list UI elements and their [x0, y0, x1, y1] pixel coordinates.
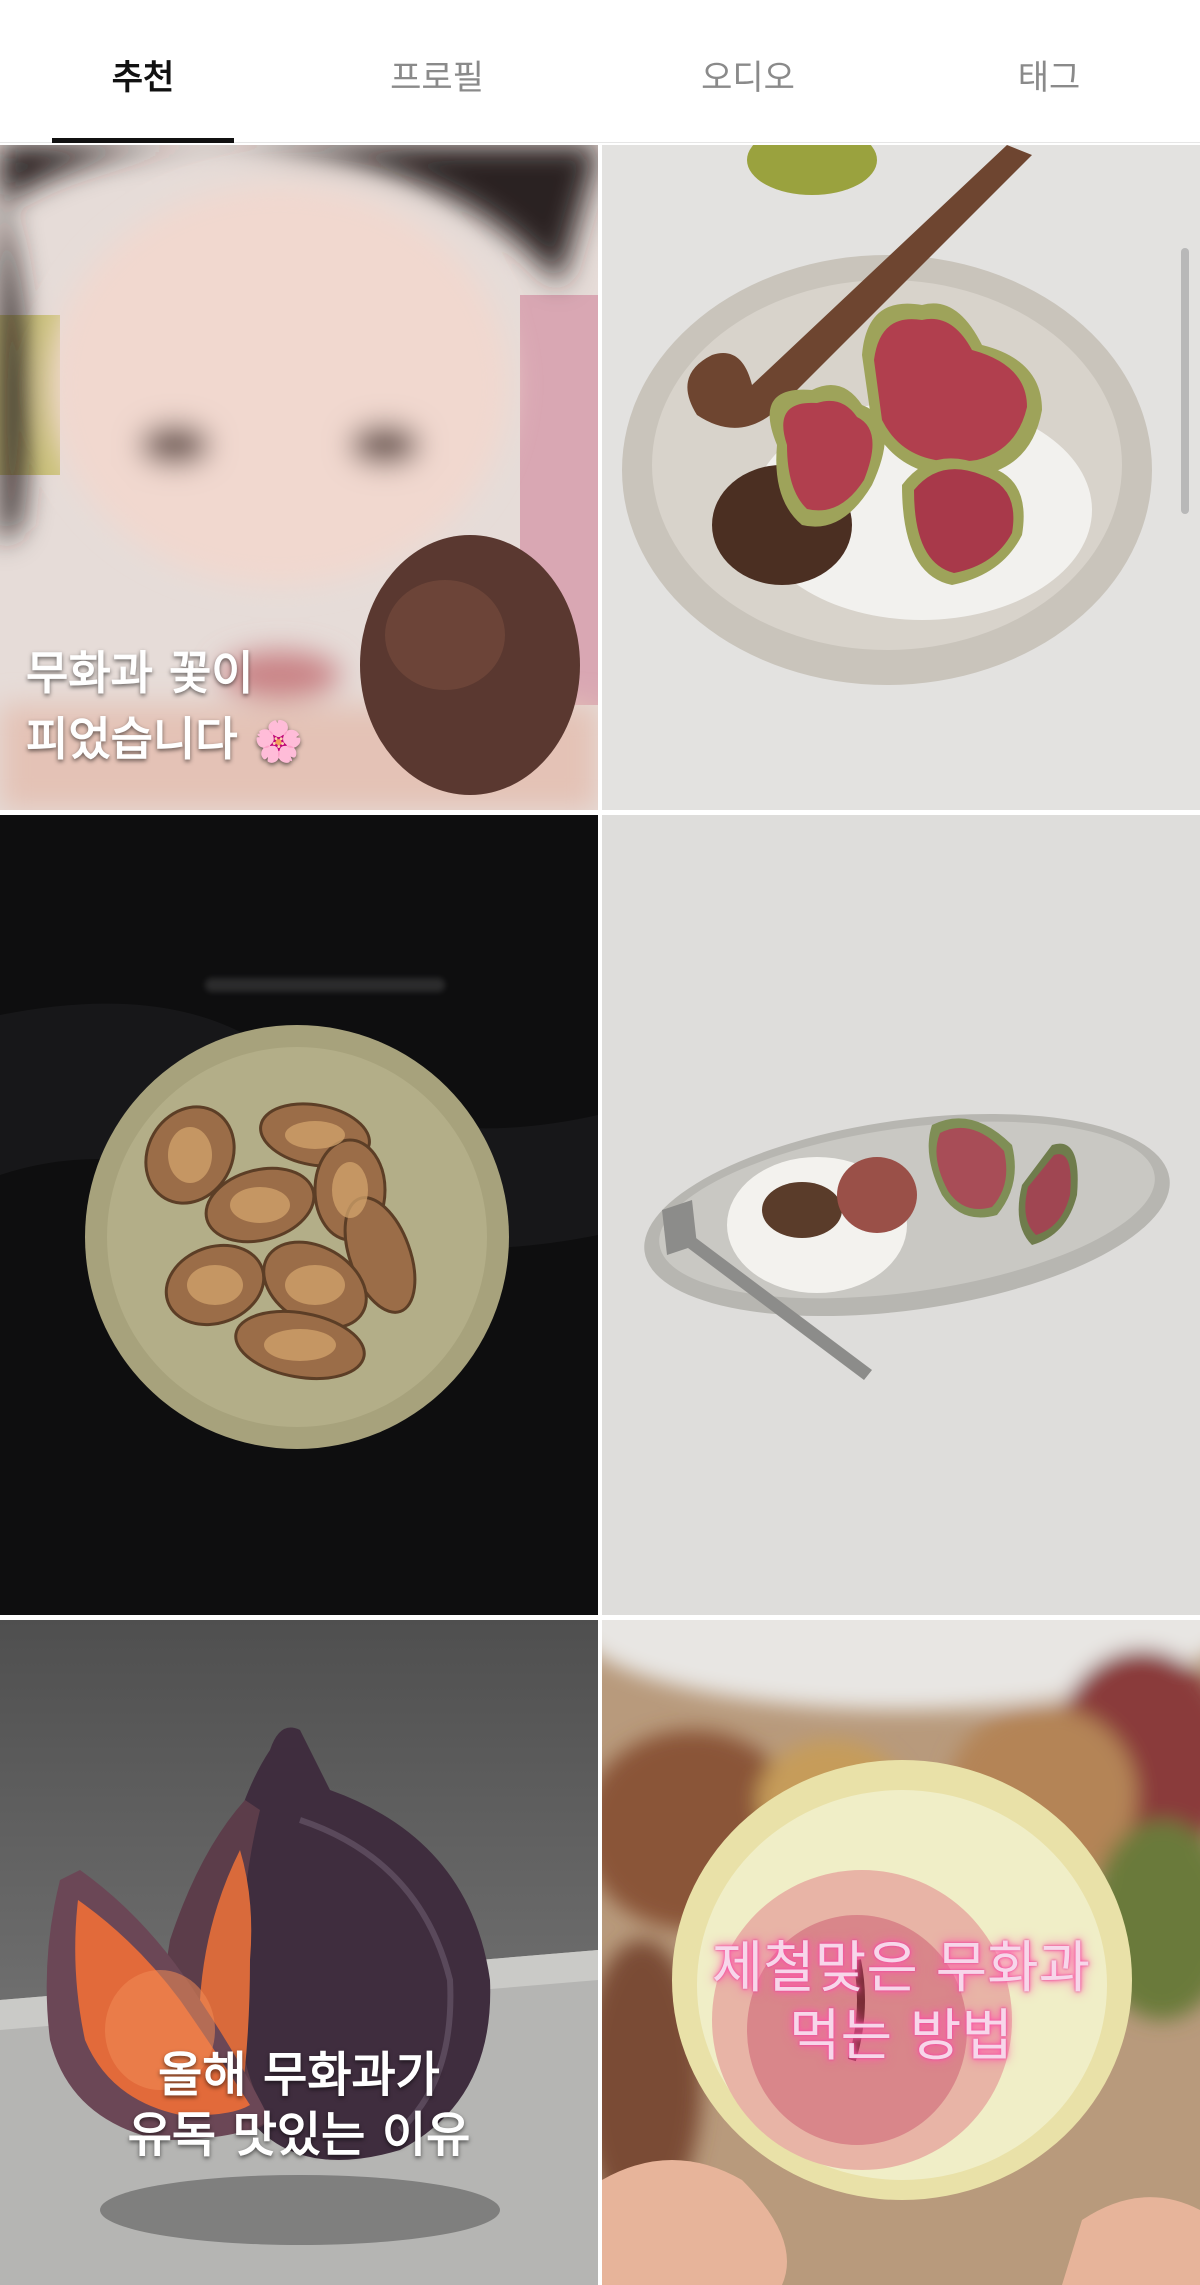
caption-line: 유독 맛있는 이유 [127, 2107, 471, 2163]
thumbnail-fig-bowl [602, 145, 1200, 810]
tab-tags[interactable]: 태그 [958, 56, 1140, 100]
caption-line: 제철맞은 무화과 [711, 1936, 1091, 2001]
caption-line-text: 피었습니다 [26, 712, 238, 766]
tile-3-caption: 무화과 꽃이 피었습니다 🌸 [26, 640, 303, 775]
caption-line: 무화과 꽃이 [26, 646, 254, 700]
video-tile-4[interactable] [602, 815, 1200, 1615]
thumbnail-split-fig [0, 1620, 598, 2285]
video-tile-5[interactable] [0, 1620, 598, 2285]
caption-line: 피었습니다 🌸 [26, 706, 303, 775]
caption-line: 올해 무화과가 [158, 2047, 440, 2103]
tab-recommended[interactable]: 추천 [52, 56, 234, 100]
flower-emoji-icon: 🌸 [253, 719, 304, 765]
tile-5-caption: 올해 무화과가 유독 맛있는 이유 [0, 2045, 598, 2165]
tile-6-caption: 제철맞은 무화과 먹는 방법 [602, 1935, 1200, 2071]
tab-audio[interactable]: 오디오 [657, 56, 839, 100]
scrollbar[interactable] [1181, 248, 1189, 514]
tab-profile[interactable]: 프로필 [346, 56, 528, 100]
blurred-overlay-text [205, 978, 445, 992]
caption-line: 먹는 방법 [789, 2004, 1013, 2069]
tab-bar: 추천 프로필 오디오 태그 [0, 0, 1200, 143]
active-tab-indicator [52, 138, 234, 143]
thumbnail-burrata-figs [602, 815, 1200, 1615]
video-tile-2[interactable] [602, 145, 1200, 810]
thumbnail-fig-plate [0, 815, 598, 1615]
video-tile-3[interactable] [0, 815, 598, 1615]
